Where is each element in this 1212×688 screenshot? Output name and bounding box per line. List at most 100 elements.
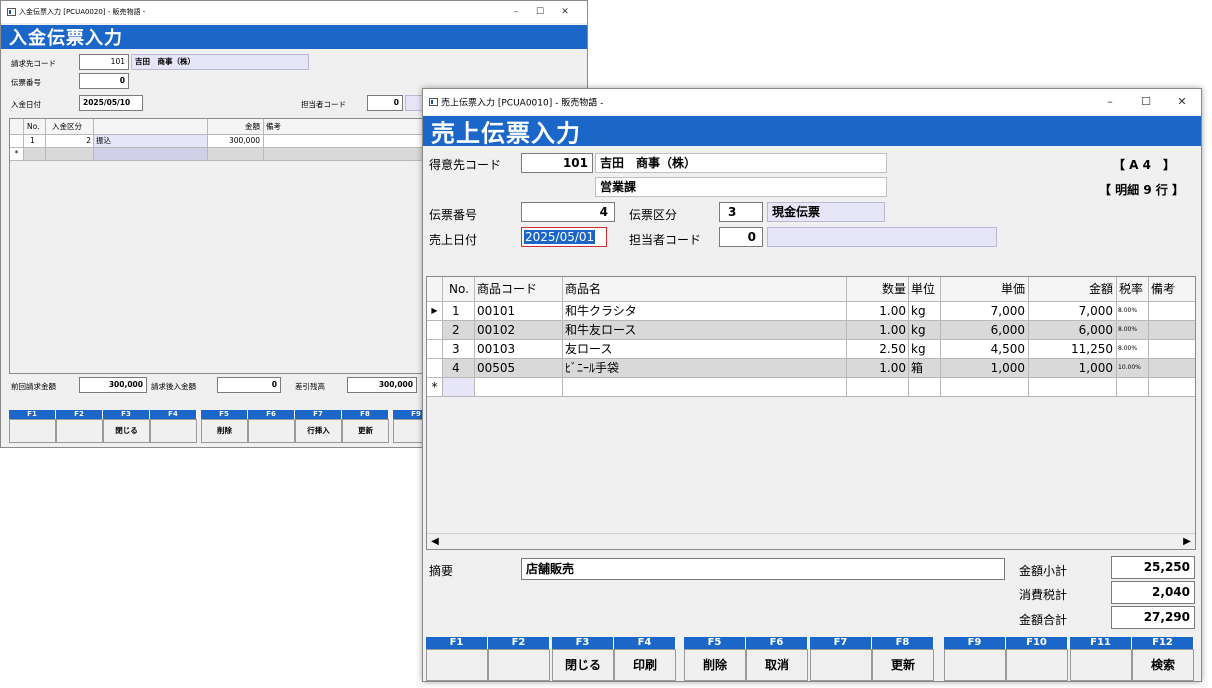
row-product-code[interactable]: 00101 [475,302,563,321]
row-unit-price[interactable]: 1,000 [941,359,1029,378]
maximize-button[interactable]: ☐ [1131,89,1161,115]
payment-staff-field[interactable]: 0 [367,95,403,111]
row-quantity[interactable]: 2.50 [847,340,909,359]
search-fkey-button[interactable]: 検索 [1132,649,1194,681]
row-note[interactable] [1149,340,1195,359]
minimize-button[interactable]: – [1095,89,1125,115]
insert-row-fkey-button[interactable]: 行挿入 [295,419,342,443]
row-note[interactable] [1149,302,1195,321]
payment-slip-no-field[interactable]: 0 [79,73,129,89]
row-note[interactable] [1149,359,1195,378]
update-fkey-button[interactable]: 更新 [872,649,934,681]
new-row-cell[interactable] [264,148,428,161]
new-row-cell[interactable] [46,148,94,161]
customer-code-field[interactable]: 101 [521,153,593,173]
row-unit[interactable]: kg [909,321,941,340]
billing-code-field[interactable]: 101 [79,54,129,70]
row-quantity[interactable]: 1.00 [847,321,909,340]
row-unit-price[interactable]: 6,000 [941,321,1029,340]
close-button[interactable]: ✕ [1167,89,1197,115]
slip-type-code-field[interactable]: 3 [719,202,763,222]
fkey-button[interactable] [944,649,1006,681]
close-button[interactable]: ✕ [554,1,576,23]
row-amount[interactable]: 1,000 [1029,359,1117,378]
row-unit[interactable]: kg [909,340,941,359]
sales-grid[interactable]: No. 商品コード 商品名 数量 単位 単価 金額 税率 備考 ▶ 1 0010… [426,276,1196,550]
row-product-code[interactable]: 00505 [475,359,563,378]
maximize-button[interactable]: ☐ [529,1,551,23]
new-row-cell[interactable] [475,378,563,397]
row-amount[interactable]: 7,000 [1029,302,1117,321]
row-product-name[interactable]: 和牛クラシタ [563,302,847,321]
new-row[interactable]: * [427,378,1195,397]
cancel-fkey-button[interactable]: 取消 [746,649,808,681]
row-unit[interactable]: 箱 [909,359,941,378]
table-row[interactable]: 1 2 振込 300,000 [10,135,428,148]
fkey-button[interactable] [9,419,56,443]
fkey-button[interactable] [426,649,488,681]
close-fkey-button[interactable]: 閉じる [552,649,614,681]
scroll-right-icon[interactable]: ▶ [1179,534,1195,549]
fkey-button[interactable] [150,419,197,443]
new-row-cell[interactable] [563,378,847,397]
new-row-cell[interactable] [1117,378,1149,397]
row-selector[interactable] [10,135,24,148]
new-row-cell[interactable] [1029,378,1117,397]
row-product-code[interactable]: 00102 [475,321,563,340]
new-row-cell[interactable] [94,148,208,161]
payment-date-field[interactable]: 2025/05/10 [79,95,143,111]
fkey-button[interactable] [1006,649,1068,681]
row-product-name[interactable]: 和牛友ロース [563,321,847,340]
fkey-button[interactable] [56,419,103,443]
new-row-cell[interactable] [208,148,264,161]
table-row[interactable]: 2 00102 和牛友ロース 1.00 kg 6,000 6,000 8.00% [427,321,1195,340]
sales-date-field[interactable]: 2025/05/01 [521,227,607,247]
sales-title-bar[interactable]: 売上伝票入力 [PCUA0010] - 販売物語 - – ☐ ✕ [423,89,1201,115]
row-unit-price[interactable]: 7,000 [941,302,1029,321]
row-note[interactable] [264,135,428,148]
print-fkey-button[interactable]: 印刷 [614,649,676,681]
row-unit-price[interactable]: 4,500 [941,340,1029,359]
horizontal-scrollbar[interactable]: ◀ ▶ [427,533,1195,549]
row-unit[interactable]: kg [909,302,941,321]
row-product-name[interactable]: 友ロース [563,340,847,359]
row-selector[interactable] [427,321,443,340]
row-product-name[interactable]: ﾋﾞﾆｰﾙ手袋 [563,359,847,378]
close-fkey-button[interactable]: 閉じる [103,419,150,443]
new-row-cell[interactable] [1149,378,1195,397]
row-quantity[interactable]: 1.00 [847,359,909,378]
payment-title-bar[interactable]: 入金伝票入力 [PCUA0020] - 販売物語 - – ☐ ✕ [1,1,587,23]
new-row-cell[interactable] [24,148,46,161]
new-row[interactable]: * [10,148,428,161]
payment-grid[interactable]: No. 入金区分 金額 備考 1 2 振込 300,000 * [9,118,429,374]
new-row-cell[interactable] [941,378,1029,397]
fkey-button[interactable] [810,649,872,681]
new-row-cell[interactable] [443,378,475,397]
sales-slip-no-field[interactable]: 4 [521,202,615,222]
delete-fkey-button[interactable]: 削除 [684,649,746,681]
fkey-button[interactable] [488,649,550,681]
row-note[interactable] [1149,321,1195,340]
row-amount[interactable]: 300,000 [208,135,264,148]
memo-field[interactable]: 店舗販売 [521,558,1005,580]
table-row[interactable]: ▶ 1 00101 和牛クラシタ 1.00 kg 7,000 7,000 8.0… [427,302,1195,321]
sales-staff-field[interactable]: 0 [719,227,763,247]
scroll-left-icon[interactable]: ◀ [427,534,443,549]
update-fkey-button[interactable]: 更新 [342,419,389,443]
delete-fkey-button[interactable]: 削除 [201,419,248,443]
row-selector[interactable] [427,359,443,378]
row-amount[interactable]: 6,000 [1029,321,1117,340]
fkey-button[interactable] [248,419,295,443]
current-row-indicator[interactable]: ▶ [427,302,443,321]
new-row-cell[interactable] [847,378,909,397]
row-product-code[interactable]: 00103 [475,340,563,359]
row-kubun[interactable]: 2 [46,135,94,148]
row-selector[interactable] [427,340,443,359]
table-row[interactable]: 4 00505 ﾋﾞﾆｰﾙ手袋 1.00 箱 1,000 1,000 10.00… [427,359,1195,378]
row-quantity[interactable]: 1.00 [847,302,909,321]
new-row-cell[interactable] [909,378,941,397]
minimize-button[interactable]: – [505,1,527,23]
fkey-button[interactable] [1070,649,1132,681]
table-row[interactable]: 3 00103 友ロース 2.50 kg 4,500 11,250 8.00% [427,340,1195,359]
sales-slip-window[interactable]: 売上伝票入力 [PCUA0010] - 販売物語 - – ☐ ✕ 売上伝票入力 … [422,88,1202,682]
